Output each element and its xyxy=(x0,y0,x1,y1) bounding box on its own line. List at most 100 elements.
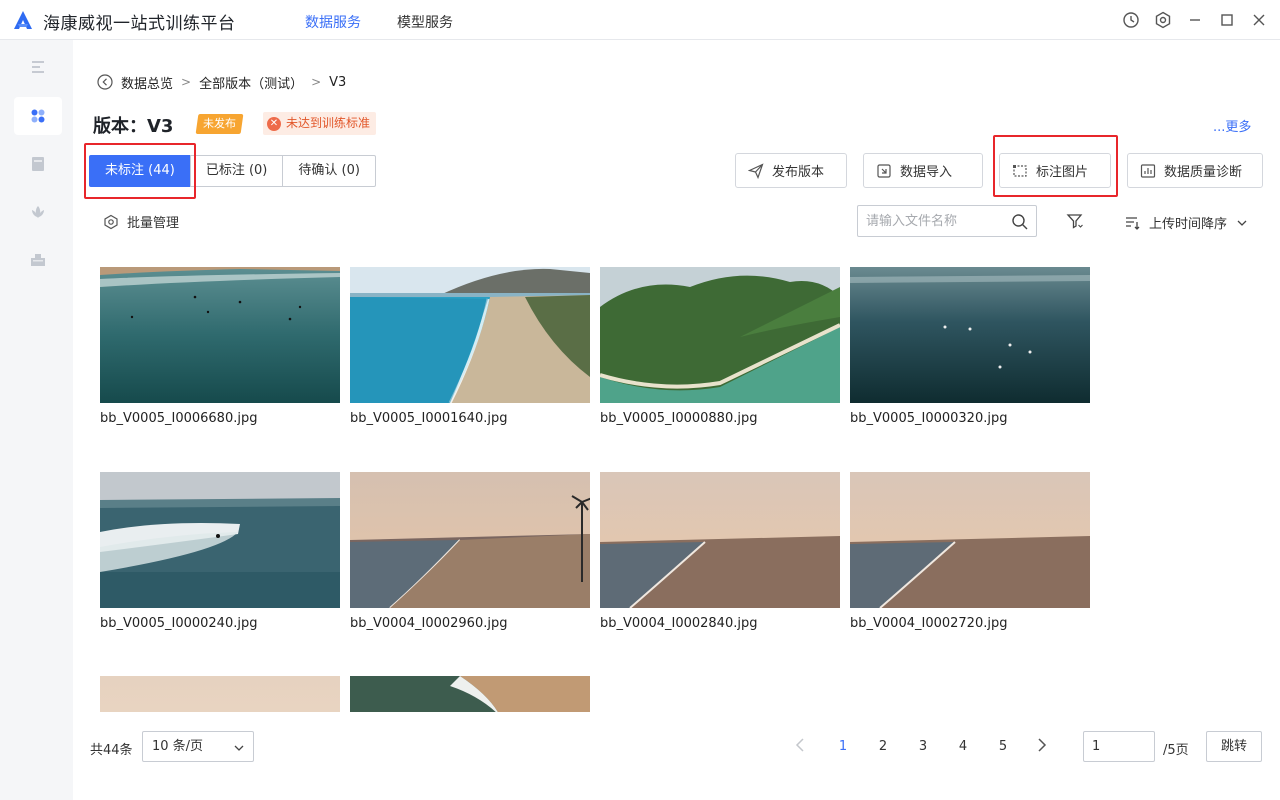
annotate-images-button[interactable]: 标注图片 xyxy=(999,153,1111,188)
image-grid: bb_V0005_I0006680.jpg bb_V0005_I0001640.… xyxy=(100,267,1100,712)
batch-icon xyxy=(104,214,118,229)
hazy-sky-image xyxy=(100,676,340,712)
image-filename: bb_V0004_I0002960.jpg xyxy=(350,616,508,631)
image-thumbnail[interactable] xyxy=(100,676,340,712)
dark-ocean-image xyxy=(850,267,1090,403)
batch-manage-label: 批量管理 xyxy=(127,216,180,231)
image-card[interactable] xyxy=(100,676,340,712)
publish-button-label: 发布版本 xyxy=(772,165,825,180)
image-thumbnail[interactable] xyxy=(600,472,840,608)
page-number[interactable]: 2 xyxy=(875,739,891,754)
filter-icon[interactable] xyxy=(1066,212,1084,230)
back-icon[interactable] xyxy=(97,74,113,90)
breadcrumb-item-current: V3 xyxy=(329,74,347,90)
breadcrumb-item-overview[interactable]: 数据总览 xyxy=(121,73,173,92)
image-thumbnail[interactable] xyxy=(600,267,840,403)
image-thumbnail[interactable] xyxy=(850,472,1090,608)
sidebar-item-menu[interactable] xyxy=(14,48,62,86)
chevron-down-icon xyxy=(1237,220,1247,226)
search-input[interactable] xyxy=(866,211,1006,231)
coast-town-image xyxy=(350,267,590,403)
image-filename: bb_V0005_I0006680.jpg xyxy=(100,411,258,426)
import-button[interactable]: 数据导入 xyxy=(863,153,983,188)
page-number[interactable]: 1 xyxy=(835,739,851,754)
document-icon xyxy=(32,157,44,171)
image-card[interactable]: bb_V0005_I0000320.jpg xyxy=(850,267,1090,426)
page-size-select[interactable]: 10 条/页 xyxy=(142,731,254,762)
warning-badge: ✕ 未达到训练标准 xyxy=(263,112,377,135)
warning-badge-label: 未达到训练标准 xyxy=(286,116,371,130)
sidebar-item-dataset[interactable] xyxy=(14,97,62,135)
send-icon xyxy=(748,162,764,179)
app-title: 海康威视一站式训练平台 xyxy=(43,14,236,34)
image-filename: bb_V0005_I0000320.jpg xyxy=(850,411,1008,426)
status-badge: 未发布 xyxy=(195,114,244,134)
minimize-icon[interactable] xyxy=(1186,11,1204,29)
close-icon[interactable] xyxy=(1250,11,1268,29)
batch-manage-button[interactable]: 批量管理 xyxy=(103,212,179,231)
import-icon xyxy=(877,163,891,178)
chevron-down-icon xyxy=(234,745,244,751)
import-button-label: 数据导入 xyxy=(900,165,953,180)
image-thumbnail[interactable] xyxy=(100,472,340,608)
next-page-icon[interactable] xyxy=(1034,737,1050,753)
image-thumbnail[interactable] xyxy=(350,267,590,403)
settings-icon[interactable] xyxy=(1154,11,1172,29)
image-thumbnail[interactable] xyxy=(100,267,340,403)
image-card[interactable]: bb_V0004_I0002960.jpg xyxy=(350,472,590,631)
image-card[interactable] xyxy=(350,676,590,712)
more-link[interactable]: ...更多 xyxy=(1213,116,1251,135)
app-window: 海康威视一站式训练平台 数据服务 模型服务 数据总览 > 全部版本（测试） > … xyxy=(0,0,1280,800)
page-number[interactable]: 4 xyxy=(955,739,971,754)
page-jump-input[interactable]: 1 xyxy=(1083,731,1155,762)
image-thumbnail[interactable] xyxy=(850,267,1090,403)
publish-button[interactable]: 发布版本 xyxy=(735,153,847,188)
image-card[interactable]: bb_V0005_I0000880.jpg xyxy=(600,267,840,426)
history-icon[interactable] xyxy=(1122,11,1140,29)
page-title: 版本：V3 xyxy=(93,116,174,137)
tab-pending[interactable]: 待确认 (0) xyxy=(282,155,376,187)
sort-dropdown[interactable]: 上传时间降序 xyxy=(1125,213,1256,232)
sidebar xyxy=(0,40,73,800)
search-icon[interactable] xyxy=(1011,213,1029,231)
total-count: 共44条 xyxy=(90,743,133,758)
image-filename: bb_V0004_I0002720.jpg xyxy=(850,616,1008,631)
breadcrumb-separator: > xyxy=(181,75,192,89)
ocean-surfers-image xyxy=(100,267,340,403)
image-filename: bb_V0005_I0000880.jpg xyxy=(600,411,758,426)
maximize-icon[interactable] xyxy=(1218,11,1236,29)
image-thumbnail[interactable] xyxy=(350,676,590,712)
pagination-bar: 共44条 10 条/页 1 2 3 4 5 1 /5页 跳转 xyxy=(73,712,1280,800)
quality-button-label: 数据质量诊断 xyxy=(1164,165,1243,180)
image-card[interactable]: bb_V0004_I0002720.jpg xyxy=(850,472,1090,631)
quality-diagnosis-button[interactable]: 数据质量诊断 xyxy=(1127,153,1263,188)
sidebar-item-document[interactable] xyxy=(14,145,62,183)
page-number[interactable]: 5 xyxy=(995,739,1011,754)
search-box[interactable] xyxy=(857,205,1037,237)
image-thumbnail[interactable] xyxy=(350,472,590,608)
status-badge-label: 未发布 xyxy=(203,117,236,130)
annotate-icon xyxy=(1013,164,1027,177)
deploy-icon xyxy=(31,254,45,266)
annotate-button-label: 标注图片 xyxy=(1036,165,1089,180)
nav-model-service[interactable]: 模型服务 xyxy=(397,12,453,32)
app-logo-icon xyxy=(14,11,32,29)
dataset-icon xyxy=(31,109,45,123)
nav-data-service[interactable]: 数据服务 xyxy=(305,12,361,32)
tab-unannotated[interactable]: 未标注 (44) xyxy=(89,155,191,187)
tab-annotated[interactable]: 已标注 (0) xyxy=(189,155,284,187)
menu-icon xyxy=(32,61,44,73)
image-card[interactable]: bb_V0005_I0001640.jpg xyxy=(350,267,590,426)
breadcrumb-item-all-versions[interactable]: 全部版本（测试） xyxy=(199,73,303,92)
breadcrumb: 数据总览 > 全部版本（测试） > V3 xyxy=(97,72,346,92)
image-card[interactable]: bb_V0005_I0000240.jpg xyxy=(100,472,340,631)
tropical-island-image xyxy=(600,267,840,403)
sort-icon xyxy=(1126,216,1140,230)
page-number[interactable]: 3 xyxy=(915,739,931,754)
prev-page-icon[interactable] xyxy=(793,737,809,753)
jump-button[interactable]: 跳转 xyxy=(1206,731,1262,762)
image-card[interactable]: bb_V0005_I0006680.jpg xyxy=(100,267,340,426)
sidebar-item-deploy[interactable] xyxy=(14,241,62,279)
image-card[interactable]: bb_V0004_I0002840.jpg xyxy=(600,472,840,631)
sidebar-item-model[interactable] xyxy=(14,193,62,231)
